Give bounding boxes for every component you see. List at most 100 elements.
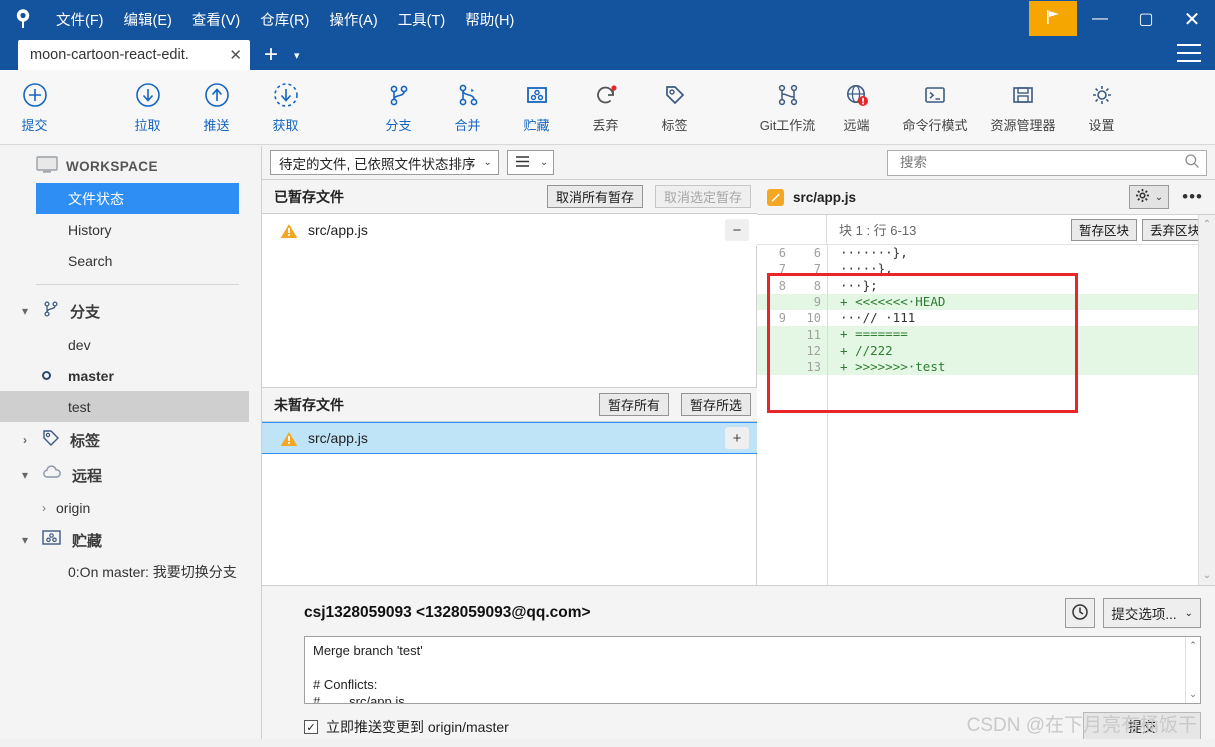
chevron-right-icon[interactable]: › xyxy=(18,433,32,447)
commit-history-button[interactable] xyxy=(1065,598,1096,628)
toolbar-settings-label: 设置 xyxy=(1088,118,1115,133)
sidebar-item-search[interactable]: Search xyxy=(0,245,261,276)
chevron-down-icon: ⌄ xyxy=(483,157,492,168)
scroll-down-icon[interactable]: ⌄ xyxy=(1203,570,1211,581)
diff-scrollbar[interactable]: ⌃ ⌄ xyxy=(1198,215,1215,585)
sidebar-item-history[interactable]: History xyxy=(0,214,261,245)
flag-icon xyxy=(1043,7,1063,30)
stage-selected-button[interactable]: 暂存所选 xyxy=(680,393,751,416)
close-icon[interactable]: ✕ xyxy=(229,46,242,64)
diff-line: 9 10 ···// ·111 xyxy=(757,310,1215,327)
menu-help[interactable]: 帮助(H) xyxy=(456,6,523,33)
stage-all-button[interactable]: 暂存所有 xyxy=(598,393,669,416)
history-clock-icon xyxy=(1071,603,1089,624)
commit-message-text[interactable]: Merge branch 'test' # Conflicts: # src/a… xyxy=(305,637,1200,703)
menu-file[interactable]: 文件(F) xyxy=(47,6,113,33)
commit-options-button[interactable]: 提交选项... ⌄ xyxy=(1103,598,1201,628)
sidebar-group-tags[interactable]: › 标签 xyxy=(0,422,261,458)
chevron-right-icon[interactable]: › xyxy=(42,501,56,515)
stage-hunk-button[interactable]: 暂存区块 xyxy=(1070,218,1137,241)
search-input[interactable] xyxy=(898,154,1184,171)
toolbar-merge[interactable]: 合并 xyxy=(433,70,502,134)
chevron-down-icon[interactable]: ▾ xyxy=(18,304,32,318)
diff-line-added: 9 + <<<<<<<·HEAD xyxy=(757,293,1215,311)
toolbar-remote[interactable]: 远端 xyxy=(822,70,891,134)
toolbar-fetch[interactable]: 获取 xyxy=(251,70,320,134)
menu-edit[interactable]: 编辑(E) xyxy=(115,6,181,33)
scroll-up-icon[interactable]: ⌃ xyxy=(1189,640,1197,651)
toolbar-discard[interactable]: 丢弃 xyxy=(571,70,640,134)
branch-name: dev xyxy=(68,336,91,353)
chevron-down-icon[interactable]: ▾ xyxy=(294,49,300,70)
unstage-selected-button[interactable]: 取消选定暂存 xyxy=(654,185,751,208)
sidebar-group-branches[interactable]: ▾ 分支 xyxy=(0,293,261,329)
stage-file-button[interactable]: + xyxy=(725,427,749,449)
chevron-down-icon[interactable]: ▾ xyxy=(18,468,32,482)
sidebar: WORKSPACE 文件状态 History Search ▾ 分支 dev m… xyxy=(0,146,262,747)
remote-name: origin xyxy=(56,499,91,516)
toolbar-stash[interactable]: 贮藏 xyxy=(502,70,571,134)
toolbar-remote-label: 远端 xyxy=(843,118,870,133)
toolbar-explorer[interactable]: 资源管理器 xyxy=(979,70,1067,134)
view-mode-dropdown[interactable]: ⌄ xyxy=(506,150,555,175)
menu-view[interactable]: 查看(V) xyxy=(183,6,249,33)
menu-tools[interactable]: 工具(T) xyxy=(389,6,455,33)
sidebar-remote-origin[interactable]: › origin xyxy=(0,492,261,523)
add-tab-button[interactable]: + xyxy=(264,43,278,70)
maximize-button[interactable]: ▢ xyxy=(1123,0,1169,38)
staged-title: 已暂存文件 xyxy=(274,188,344,205)
search-icon[interactable] xyxy=(1184,153,1200,172)
toolbar-terminal[interactable]: 命令行模式 xyxy=(891,70,979,134)
sidebar-group-remotes[interactable]: ▾ 远程 xyxy=(0,458,261,492)
table-row[interactable]: src/app.js + xyxy=(262,422,757,454)
unstaged-file-list: src/app.js + xyxy=(262,422,757,454)
minimize-button[interactable]: — xyxy=(1077,0,1123,38)
search-box[interactable] xyxy=(887,149,1207,176)
checkbox-box[interactable]: ✓ xyxy=(304,720,318,734)
unstage-all-button[interactable]: 取消所有暂存 xyxy=(546,185,643,208)
branch-icon xyxy=(41,299,61,323)
toolbar-branch[interactable]: 分支 xyxy=(364,70,433,134)
toolbar-tag[interactable]: 标签 xyxy=(640,70,709,134)
arrow-up-circle-icon xyxy=(202,78,232,112)
sidebar-stash-entry[interactable]: 0:On master: 我要切换分支 xyxy=(0,557,261,587)
commit-button[interactable]: 提交 xyxy=(1083,712,1201,742)
toolbar-gitflow[interactable]: Git工作流 xyxy=(753,70,822,134)
toolbar-branch-label: 分支 xyxy=(385,118,412,133)
sidebar-branch-master[interactable]: master xyxy=(0,360,261,391)
diff-settings-button[interactable]: ⌄ xyxy=(1128,185,1170,209)
commit-message-scrollbar[interactable]: ⌃ ⌄ xyxy=(1185,637,1200,703)
cloud-icon xyxy=(41,464,63,486)
old-line-number: 9 xyxy=(778,311,786,326)
tab-repository[interactable]: moon-cartoon-react-edit. ✕ xyxy=(18,40,250,70)
chevron-down-icon[interactable]: ▾ xyxy=(18,533,32,547)
old-line-number: 8 xyxy=(778,278,786,293)
toolbar-pull[interactable]: 拉取 xyxy=(113,70,182,134)
ellipsis-icon[interactable]: ••• xyxy=(1178,187,1207,207)
table-row[interactable]: src/app.js − xyxy=(262,214,757,246)
file-sort-dropdown[interactable]: 待定的文件, 已依照文件状态排序 ⌄ xyxy=(270,150,499,175)
close-button[interactable]: ✕ xyxy=(1169,0,1215,38)
sidebar-item-file-status[interactable]: 文件状态 xyxy=(36,183,239,214)
scroll-down-icon[interactable]: ⌄ xyxy=(1189,689,1197,700)
sidebar-group-stashes[interactable]: ▾ 贮藏 xyxy=(0,523,261,557)
push-immediately-checkbox[interactable]: ✓ 立即推送变更到 origin/master xyxy=(304,717,509,737)
chevron-down-icon: ⌄ xyxy=(1154,191,1164,203)
menu-actions[interactable]: 操作(A) xyxy=(320,6,386,33)
sidebar-branch-test[interactable]: test xyxy=(0,391,249,422)
toolbar-settings[interactable]: 设置 xyxy=(1067,70,1136,134)
new-line-number: 6 xyxy=(813,246,821,261)
commit-message-box[interactable]: Merge branch 'test' # Conflicts: # src/a… xyxy=(304,636,1201,704)
sidebar-branch-dev[interactable]: dev xyxy=(0,329,261,360)
scroll-up-icon[interactable]: ⌃ xyxy=(1203,219,1211,230)
toolbar-commit[interactable]: 提交 xyxy=(0,70,69,134)
window-bottom-edge xyxy=(0,739,1215,747)
unstage-file-button[interactable]: − xyxy=(725,219,749,241)
tab-title: moon-cartoon-react-edit. xyxy=(30,47,189,63)
staged-file-list: src/app.js − xyxy=(262,214,757,246)
toolbar-push[interactable]: 推送 xyxy=(182,70,251,134)
toolbar-pull-label: 拉取 xyxy=(134,118,161,133)
flag-button[interactable] xyxy=(1029,1,1077,36)
menu-repository[interactable]: 仓库(R) xyxy=(251,6,318,33)
plus-circle-icon xyxy=(20,78,50,112)
